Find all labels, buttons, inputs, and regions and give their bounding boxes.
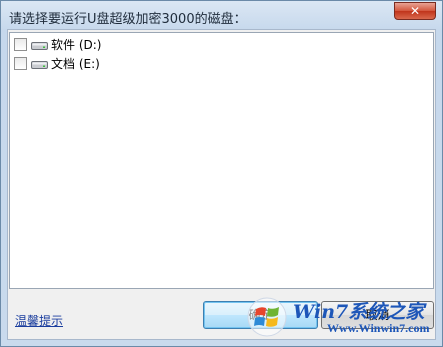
cancel-button[interactable]: 取消 (321, 301, 434, 329)
drive-checkbox-d[interactable] (14, 38, 27, 51)
ok-button[interactable]: 确定 (203, 301, 318, 329)
close-button[interactable]: ✕ (394, 2, 436, 20)
drive-list: 软件 (D:) 文档 (E:) (9, 32, 434, 289)
tip-link[interactable]: 温馨提示 (15, 312, 63, 329)
hard-drive-icon (31, 42, 48, 50)
drive-label-d: 软件 (D:) (51, 38, 102, 52)
title-bar[interactable]: 请选择要运行U盘超级加密3000的磁盘： ✕ (1, 1, 442, 29)
dialog-title: 请选择要运行U盘超级加密3000的磁盘： (9, 12, 247, 27)
drive-checkbox-e[interactable] (14, 57, 27, 70)
drive-item-d[interactable]: 软件 (D:) (14, 36, 101, 53)
hard-drive-icon (31, 61, 48, 69)
drive-label-e: 文档 (E:) (51, 57, 100, 71)
dialog-window: 请选择要运行U盘超级加密3000的磁盘： ✕ 软件 (D:) 文档 (E:) 温… (0, 0, 443, 347)
drive-item-e[interactable]: 文档 (E:) (14, 55, 100, 72)
dialog-body: 软件 (D:) 文档 (E:) 温馨提示 确定 取消 (7, 29, 436, 340)
